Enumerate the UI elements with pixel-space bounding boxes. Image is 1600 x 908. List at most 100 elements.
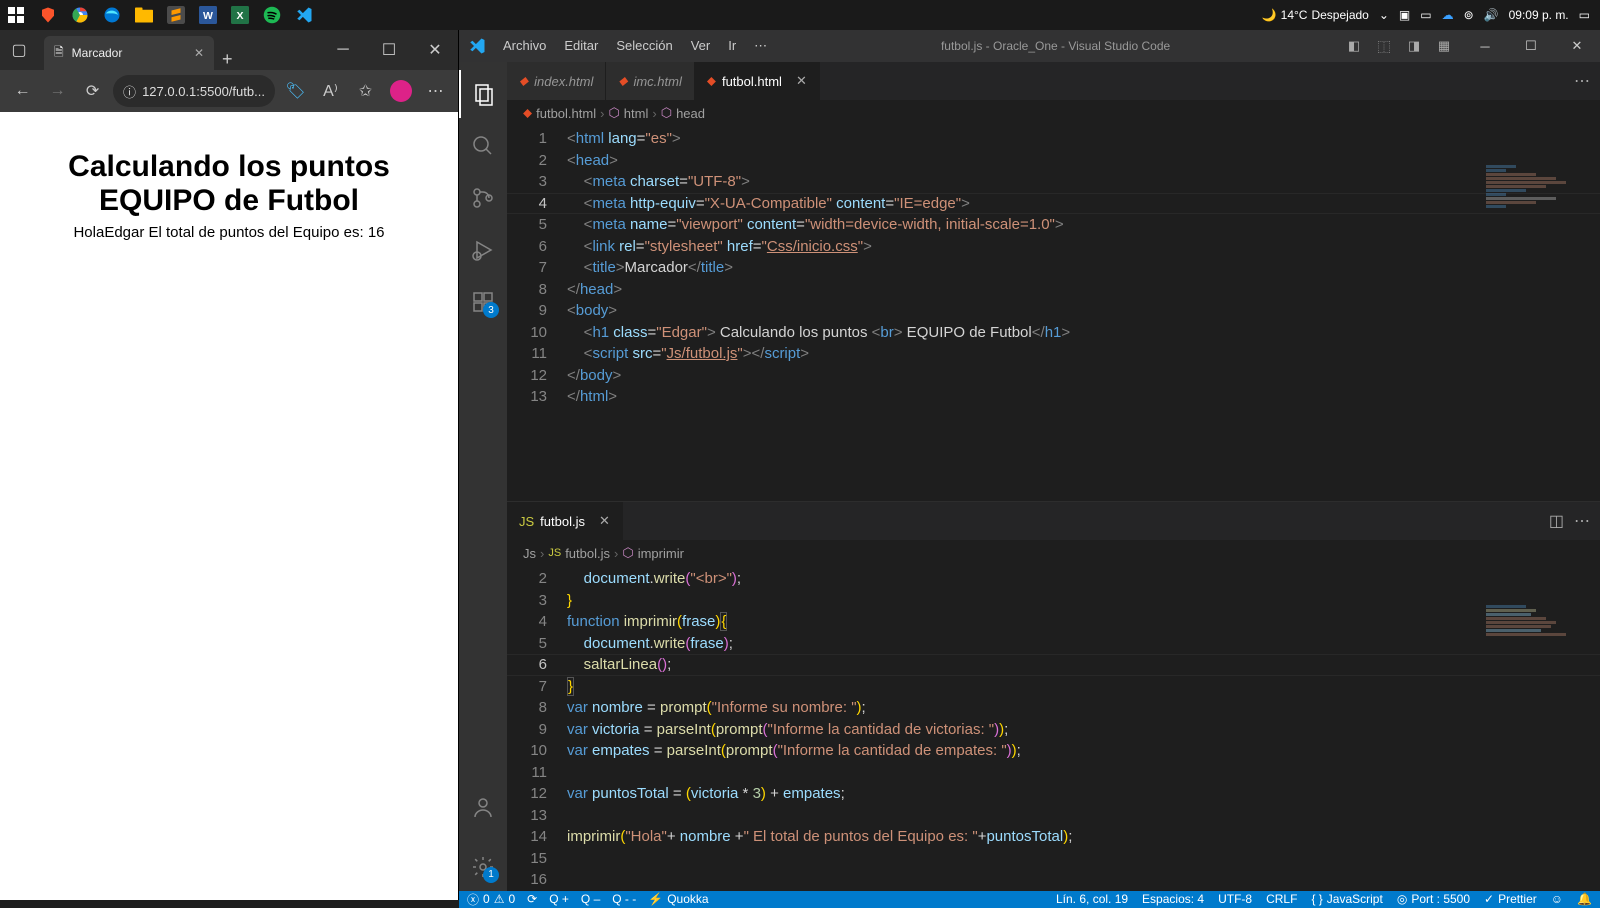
back-button[interactable]: ← <box>8 75 37 107</box>
page-icon: 🗎 <box>54 43 64 64</box>
bolt-icon: ⚡ <box>648 892 663 906</box>
profile-tab-icon[interactable]: ▢ <box>0 31 38 69</box>
shopping-icon[interactable]: 🏷 <box>281 75 310 107</box>
close-icon[interactable]: ✕ <box>796 73 807 89</box>
code-content[interactable]: <html lang="es"> <head> <meta charset="U… <box>567 126 1600 501</box>
status-errors[interactable]: ⓧ0⚠0 <box>467 891 515 908</box>
menu-icon[interactable]: ⋯ <box>421 75 450 107</box>
favorite-icon[interactable]: ✩ <box>351 75 380 107</box>
minimap[interactable] <box>1486 164 1596 234</box>
status-encoding[interactable]: UTF-8 <box>1218 892 1252 906</box>
weather-widget[interactable]: 🌙 14°C Despejado <box>1262 8 1369 22</box>
close-icon[interactable]: ✕ <box>599 513 610 529</box>
explorer-icon[interactable] <box>459 70 507 118</box>
status-position[interactable]: Lín. 6, col. 19 <box>1056 892 1128 906</box>
chevron-down-icon[interactable]: ⌄ <box>1379 8 1389 22</box>
forward-button[interactable]: → <box>43 75 72 107</box>
status-quokka-plus[interactable]: Q + <box>549 892 569 906</box>
reload-button[interactable]: ⟳ <box>78 75 107 107</box>
more-icon[interactable]: ⋯ <box>1574 71 1590 91</box>
menu-archivo[interactable]: Archivo <box>495 34 554 58</box>
status-language[interactable]: { }JavaScript <box>1311 892 1382 906</box>
battery-icon[interactable]: ▭ <box>1420 8 1431 22</box>
wifi-icon[interactable]: ⊚ <box>1464 8 1474 22</box>
settings-icon[interactable]: 1 <box>459 843 507 891</box>
layout-icon[interactable]: ▦ <box>1432 34 1456 58</box>
maximize-button[interactable]: ☐ <box>1508 30 1554 62</box>
profile-icon[interactable] <box>386 75 415 107</box>
menu-ver[interactable]: Ver <box>683 34 719 58</box>
explorer-icon[interactable] <box>132 3 156 27</box>
tab-futbol-js[interactable]: JSfutbol.js✕ <box>507 502 623 540</box>
status-bell-icon[interactable]: 🔔 <box>1577 892 1592 906</box>
activity-bar: 3 1 <box>459 62 507 891</box>
code-editor-top[interactable]: 12345678910111213 <html lang="es"> <head… <box>507 126 1600 501</box>
browser-tab[interactable]: 🗎 Marcador ✕ <box>44 36 214 70</box>
badge: 3 <box>483 302 499 318</box>
cloud-icon[interactable]: ☁ <box>1442 8 1454 22</box>
clock[interactable]: 09:09 p. m. <box>1509 8 1569 22</box>
account-icon[interactable] <box>459 783 507 831</box>
tab-futbol-html[interactable]: ⬥futbol.html✕ <box>695 62 820 100</box>
maximize-button[interactable]: ☐ <box>366 31 412 69</box>
notifications-icon[interactable]: ▭ <box>1579 8 1590 22</box>
word-icon[interactable]: W <box>196 3 220 27</box>
more-icon[interactable]: ⋯ <box>1574 511 1590 531</box>
split-icon[interactable]: ◫ <box>1549 511 1564 531</box>
status-quokka-minus[interactable]: Q – <box>581 892 600 906</box>
extensions-icon[interactable]: 3 <box>459 278 507 326</box>
code-content[interactable]: document.write("<br>"); } function impri… <box>567 566 1600 891</box>
html-icon: ⬥ <box>618 73 627 89</box>
tab-index-html[interactable]: ⬥index.html <box>507 62 606 100</box>
search-icon[interactable] <box>459 122 507 170</box>
status-quokka[interactable]: ⚡Quokka <box>648 892 708 906</box>
edge-icon[interactable] <box>100 3 124 27</box>
tab-imc-html[interactable]: ⬥imc.html <box>606 62 695 100</box>
status-spaces[interactable]: Espacios: 4 <box>1142 892 1204 906</box>
excel-icon[interactable]: X <box>228 3 252 27</box>
onedrive-icon[interactable]: ▣ <box>1399 8 1410 22</box>
sublime-icon[interactable] <box>164 3 188 27</box>
page-content: Calculando los puntos EQUIPO de Futbol H… <box>0 112 458 900</box>
breadcrumb-top[interactable]: ⬥ futbol.html› ⬡html› ⬡head <box>507 100 1600 126</box>
chrome-icon[interactable] <box>68 3 92 27</box>
menu-ir[interactable]: Ir <box>720 34 744 58</box>
warning-icon: ⚠ <box>494 892 505 906</box>
address-bar[interactable]: ⓘ 127.0.0.1:5500/futb... <box>113 75 275 107</box>
minimap[interactable] <box>1486 604 1596 674</box>
editor-pane-bottom: JSfutbol.js✕ ◫ ⋯ Js› JS futbol.js› ⬡impri… <box>507 502 1600 891</box>
element-icon: ⬡ <box>608 105 619 121</box>
minimize-button[interactable]: ─ <box>320 31 366 69</box>
menu-editar[interactable]: Editar <box>556 34 606 58</box>
layout-icon[interactable]: ◨ <box>1402 34 1426 58</box>
vscode-icon[interactable] <box>292 3 316 27</box>
close-button[interactable]: ✕ <box>412 31 458 69</box>
spotify-icon[interactable] <box>260 3 284 27</box>
status-live[interactable]: ⟳ <box>527 892 537 906</box>
menu-more-icon[interactable]: ⋯ <box>746 34 775 58</box>
status-feedback-icon[interactable]: ☺ <box>1551 892 1563 906</box>
layout-icon[interactable]: ⿰ <box>1372 34 1396 58</box>
code-editor-bottom[interactable]: 2345678910111213141516 document.write("<… <box>507 566 1600 891</box>
new-tab-button[interactable]: + <box>222 49 233 70</box>
status-port[interactable]: ◎Port : 5500 <box>1397 892 1470 906</box>
window-title: futbol.js - Oracle_One - Visual Studio C… <box>941 39 1170 53</box>
badge: 1 <box>483 867 499 883</box>
minimize-button[interactable]: ─ <box>1462 30 1508 62</box>
status-quokka-dash[interactable]: Q - - <box>612 892 636 906</box>
status-prettier[interactable]: ✓Prettier <box>1484 892 1537 906</box>
debug-icon[interactable] <box>459 226 507 274</box>
broadcast-icon: ◎ <box>1397 892 1407 906</box>
status-eol[interactable]: CRLF <box>1266 892 1297 906</box>
layout-icon[interactable]: ◧ <box>1342 34 1366 58</box>
menu-seleccion[interactable]: Selección <box>608 34 680 58</box>
close-button[interactable]: ✕ <box>1554 30 1600 62</box>
brave-icon[interactable] <box>36 3 60 27</box>
volume-icon[interactable]: 🔊 <box>1484 8 1499 22</box>
read-aloud-icon[interactable]: A⁾ <box>316 75 345 107</box>
source-control-icon[interactable] <box>459 174 507 222</box>
close-icon[interactable]: ✕ <box>194 46 204 60</box>
start-icon[interactable] <box>4 3 28 27</box>
breadcrumb-bottom[interactable]: Js› JS futbol.js› ⬡imprimir <box>507 540 1600 566</box>
status-bar: ⓧ0⚠0 ⟳ Q + Q – Q - - ⚡Quokka Lín. 6, col… <box>459 891 1600 908</box>
